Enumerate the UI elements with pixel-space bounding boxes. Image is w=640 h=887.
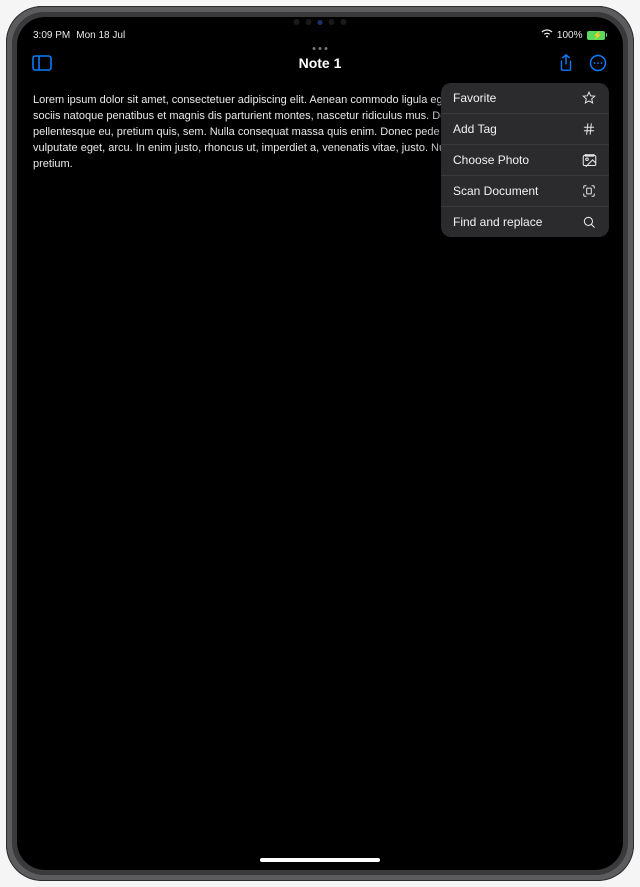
navbar: Note 1	[17, 45, 623, 81]
screen: 3:09 PM Mon 18 Jul 100% ⚡	[17, 17, 623, 870]
battery-icon: ⚡	[587, 31, 608, 40]
menu-label: Find and replace	[453, 215, 542, 229]
wifi-icon	[541, 29, 553, 41]
menu-item-favorite[interactable]: Favorite	[441, 83, 609, 114]
battery-pct: 100%	[557, 30, 583, 41]
star-icon	[581, 90, 597, 106]
date: Mon 18 Jul	[76, 30, 125, 41]
ipad-frame: 3:09 PM Mon 18 Jul 100% ⚡	[6, 6, 634, 881]
more-icon[interactable]	[587, 52, 609, 74]
sidebar-toggle-icon[interactable]	[31, 52, 53, 74]
note-title: Note 1	[299, 55, 342, 71]
menu-item-find-replace[interactable]: Find and replace	[441, 207, 609, 237]
menu-label: Favorite	[453, 91, 496, 105]
home-indicator[interactable]	[260, 858, 380, 862]
photo-icon	[581, 152, 597, 168]
sensor-cluster	[294, 19, 347, 25]
hash-icon	[581, 121, 597, 137]
menu-item-choose-photo[interactable]: Choose Photo	[441, 145, 609, 176]
search-icon	[581, 214, 597, 230]
clock: 3:09 PM	[33, 30, 70, 41]
scan-icon	[581, 183, 597, 199]
status-bar: 3:09 PM Mon 18 Jul 100% ⚡	[17, 23, 623, 41]
menu-label: Choose Photo	[453, 153, 529, 167]
menu-label: Add Tag	[453, 122, 497, 136]
share-icon[interactable]	[555, 52, 577, 74]
menu-item-scan-document[interactable]: Scan Document	[441, 176, 609, 207]
ipad-inner: 3:09 PM Mon 18 Jul 100% ⚡	[12, 12, 628, 875]
context-menu: Favorite Add Tag Choose Photo	[441, 83, 609, 237]
menu-label: Scan Document	[453, 184, 538, 198]
menu-item-add-tag[interactable]: Add Tag	[441, 114, 609, 145]
